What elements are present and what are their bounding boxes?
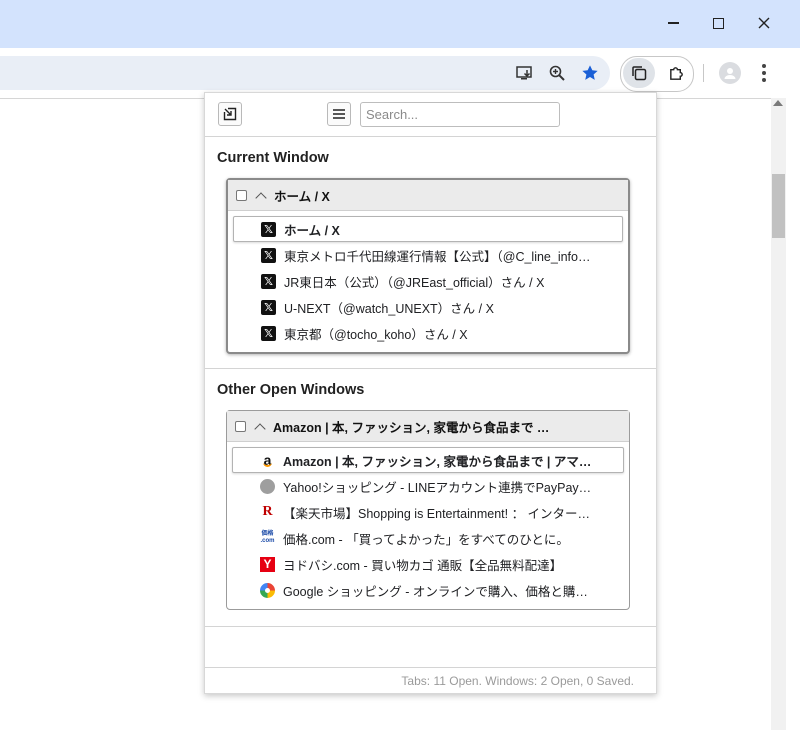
tab-item[interactable]: 𝕏 JR東日本（公式）（@JREast_official）さん / X	[233, 268, 623, 294]
tab-item[interactable]: R 【楽天市場】Shopping is Entertainment! ： インタ…	[232, 499, 624, 525]
tab-title: JR東日本（公式）（@JREast_official）さん / X	[284, 275, 545, 290]
profile-avatar-button[interactable]	[719, 62, 741, 84]
scrollbar-thumb[interactable]	[772, 174, 785, 238]
tab-manager-extension-button[interactable]	[623, 58, 655, 88]
tab-item[interactable]: 𝕏 U-NEXT（@watch_UNEXT）さん / X	[233, 294, 623, 320]
minimize-button[interactable]	[658, 10, 688, 36]
tab-title: 東京メトロ千代田線運行情報【公式】（@C_line_info…	[284, 249, 591, 264]
avatar-icon	[724, 68, 736, 79]
more-dots-icon	[762, 64, 766, 68]
bookmark-button[interactable]	[577, 60, 603, 86]
tab-title: Amazon | 本, ファッション, 家電から食品まで | アマ…	[283, 454, 592, 469]
section-divider	[205, 368, 656, 369]
window-select-checkbox[interactable]	[235, 420, 246, 432]
close-window-button[interactable]	[749, 10, 779, 36]
scroll-up-arrow[interactable]	[773, 100, 783, 106]
tab-manager-popup: Current Window ホーム / X 𝕏 ホーム / X 𝕏 東京メトロ…	[204, 92, 657, 694]
tab-list: 𝕏 ホーム / X 𝕏 東京メトロ千代田線運行情報【公式】（@C_line_in…	[228, 211, 628, 352]
tab-title: 東京都（@tocho_koho）さん / X	[284, 327, 468, 342]
tab-item[interactable]: Yahoo!ショッピング - LINEアカウント連携でPayPay…	[232, 473, 624, 499]
window-title: ホーム / X	[274, 189, 330, 204]
other-window-group: Amazon | 本, ファッション, 家電から食品まで … a Amazon …	[226, 410, 630, 610]
browser-menu-button[interactable]	[755, 60, 773, 86]
maximize-button[interactable]	[703, 10, 733, 36]
tab-item[interactable]: Google ショッピング - オンラインで購入、価格と購入…	[232, 577, 624, 603]
tab-title: Google ショッピング - オンラインで購入、価格と購入…	[283, 584, 598, 599]
tab-item[interactable]: Y ヨドバシ.com - 買い物カゴ 通販【全品無料配達】	[232, 551, 624, 577]
status-footer: Tabs: 11 Open. Windows: 2 Open, 0 Saved.	[205, 667, 656, 693]
other-windows-heading: Other Open Windows	[217, 382, 365, 398]
x-icon: 𝕏	[261, 247, 276, 263]
popout-icon	[223, 107, 237, 121]
window-title: Amazon | 本, ファッション, 家電から食品まで …	[273, 420, 550, 435]
kakaku-icon: 価格 .com	[260, 531, 275, 544]
tab-title: 価格.com - 「買ってよかった」をすべてのひとに。	[283, 532, 569, 547]
yodobashi-icon: Y	[260, 556, 275, 572]
popup-header	[205, 93, 656, 137]
zoom-button[interactable]	[544, 60, 570, 86]
current-window-heading: Current Window	[217, 150, 329, 166]
window-edge	[786, 98, 800, 730]
tab-item[interactable]: a Amazon | 本, ファッション, 家電から食品まで | アマ…	[232, 447, 624, 473]
browser-titlebar	[0, 0, 800, 48]
install-icon	[516, 66, 532, 80]
tab-title: 【楽天市場】Shopping is Entertainment! ： インター…	[283, 506, 591, 521]
tab-item[interactable]: 𝕏 東京都（@tocho_koho）さん / X	[233, 320, 623, 346]
toolbar-separator	[703, 64, 704, 82]
hamburger-icon	[333, 109, 345, 119]
collapse-chevron-icon[interactable]	[254, 422, 266, 435]
x-icon: 𝕏	[261, 325, 276, 341]
window-header[interactable]: Amazon | 本, ファッション, 家電から食品まで …	[227, 411, 629, 442]
window-header[interactable]: ホーム / X	[228, 180, 628, 211]
close-icon	[758, 17, 770, 29]
amazon-icon: a	[260, 452, 275, 468]
star-icon	[582, 65, 598, 80]
tab-item[interactable]: 価格 .com 価格.com - 「買ってよかった」をすべてのひとに。	[232, 525, 624, 551]
x-icon: 𝕏	[261, 221, 276, 237]
copy-windows-icon	[632, 66, 647, 81]
x-icon: 𝕏	[261, 299, 276, 315]
tab-title: U-NEXT（@watch_UNEXT）さん / X	[284, 301, 494, 316]
search-input[interactable]	[360, 102, 560, 127]
tab-item[interactable]: 𝕏 ホーム / X	[233, 216, 623, 242]
minimize-icon	[667, 22, 679, 24]
google-shopping-icon	[260, 582, 275, 598]
current-window-group: ホーム / X 𝕏 ホーム / X 𝕏 東京メトロ千代田線運行情報【公式】（@C…	[226, 178, 630, 354]
puzzle-icon	[669, 66, 683, 80]
window-select-checkbox[interactable]	[236, 189, 247, 201]
globe-icon	[260, 478, 275, 494]
popout-button[interactable]	[218, 102, 242, 126]
tab-title: ヨドバシ.com - 買い物カゴ 通販【全品無料配達】	[283, 558, 563, 573]
zoom-icon	[549, 65, 565, 81]
tab-list: a Amazon | 本, ファッション, 家電から食品まで | アマ… Yah…	[227, 442, 629, 609]
extensions-button[interactable]	[663, 60, 689, 86]
menu-button[interactable]	[327, 102, 351, 126]
tab-title: ホーム / X	[284, 223, 340, 238]
x-icon: 𝕏	[261, 273, 276, 289]
rakuten-icon: R	[262, 504, 273, 519]
tab-item[interactable]: 𝕏 東京メトロ千代田線運行情報【公式】（@C_line_info…	[233, 242, 623, 268]
install-app-button[interactable]	[512, 60, 538, 86]
collapse-chevron-icon[interactable]	[255, 191, 267, 204]
tab-title: Yahoo!ショッピング - LINEアカウント連携でPayPay…	[283, 480, 592, 495]
maximize-icon	[712, 17, 724, 29]
section-divider	[205, 626, 656, 627]
